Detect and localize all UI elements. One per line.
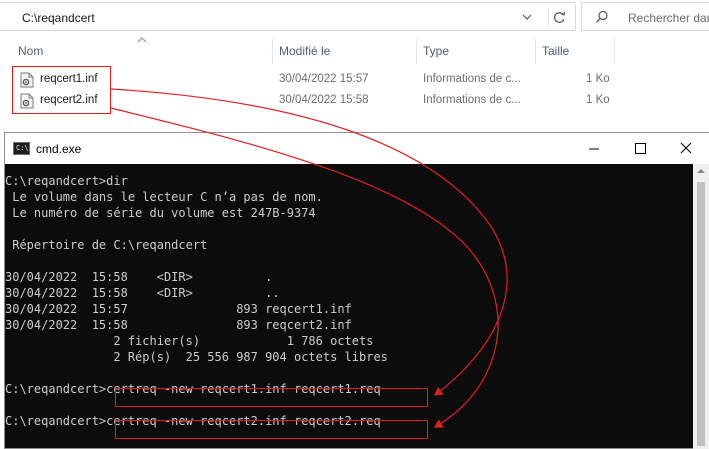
cmd-app-icon: C:\: [13, 142, 30, 155]
explorer-toolbar: C:\reqandcert Rechercher dans: [0, 0, 709, 34]
scrollbar-thumb[interactable]: [697, 182, 705, 446]
address-text: C:\reqandcert: [22, 11, 95, 25]
command-2-highlight: [115, 420, 428, 439]
column-header-name-label: Nom: [18, 44, 44, 58]
command-1-highlight: [115, 388, 428, 407]
file-type: Informations de c...: [423, 73, 521, 85]
file-modified: 30/04/2022 15:57: [279, 73, 369, 85]
column-header-name[interactable]: Nom: [18, 38, 272, 64]
vertical-scrollbar[interactable]: [693, 164, 709, 449]
window-title: cmd.exe: [36, 142, 82, 156]
file-modified: 30/04/2022 15:58: [279, 94, 369, 106]
minimize-icon[interactable]: [571, 133, 617, 164]
cmd-title-bar[interactable]: C:\ cmd.exe: [5, 133, 709, 164]
file-type: Informations de c...: [423, 94, 521, 106]
search-field[interactable]: Rechercher dans: [581, 2, 709, 31]
file-size: 1 Ko: [586, 94, 610, 106]
column-divider[interactable]: [614, 38, 615, 64]
search-icon: [596, 10, 608, 23]
column-header-modified[interactable]: Modifié le: [279, 38, 416, 64]
column-divider[interactable]: [535, 38, 536, 64]
console-line: 30/04/2022 15:58 <DIR> .: [5, 270, 273, 284]
column-header-modified-label: Modifié le: [279, 44, 331, 58]
console-line: Répertoire de C:\reqandcert: [5, 238, 208, 252]
column-header-size-label: Taille: [542, 44, 570, 58]
console-line: 2 Rép(s) 25 556 987 904 octets libres: [5, 350, 388, 364]
search-placeholder: Rechercher dans: [628, 11, 709, 25]
console-line: C:\reqandcert>dir: [5, 174, 128, 188]
address-bar[interactable]: C:\reqandcert: [0, 2, 576, 31]
console-line: 30/04/2022 15:58 <DIR> ..: [5, 286, 280, 300]
console-line: Le volume dans le lecteur C n’a pas de n…: [5, 190, 323, 204]
file-names-highlight: [12, 66, 111, 114]
column-divider[interactable]: [416, 38, 417, 64]
console-line: 2 fichier(s) 1 786 octets: [5, 334, 374, 348]
column-header-type[interactable]: Type: [423, 38, 535, 64]
chevron-down-icon[interactable]: [520, 10, 534, 24]
console-line: 30/04/2022 15:58 893 reqcert2.inf: [5, 318, 352, 332]
console-line: 30/04/2022 15:57 893 reqcert1.inf: [5, 302, 352, 316]
console-line: Le numéro de série du volume est 247B-93…: [5, 206, 316, 220]
column-header-size[interactable]: Taille: [542, 38, 614, 64]
file-size: 1 Ko: [586, 73, 610, 85]
cmd-window[interactable]: C:\ cmd.exe C:\reqandcert>dir Le volume …: [4, 132, 709, 449]
maximize-icon[interactable]: [617, 133, 663, 164]
close-icon[interactable]: [663, 133, 709, 164]
column-divider[interactable]: [272, 38, 273, 64]
scroll-up-arrow-icon[interactable]: [696, 168, 706, 174]
refresh-icon[interactable]: [548, 8, 571, 28]
column-header-type-label: Type: [423, 44, 450, 58]
